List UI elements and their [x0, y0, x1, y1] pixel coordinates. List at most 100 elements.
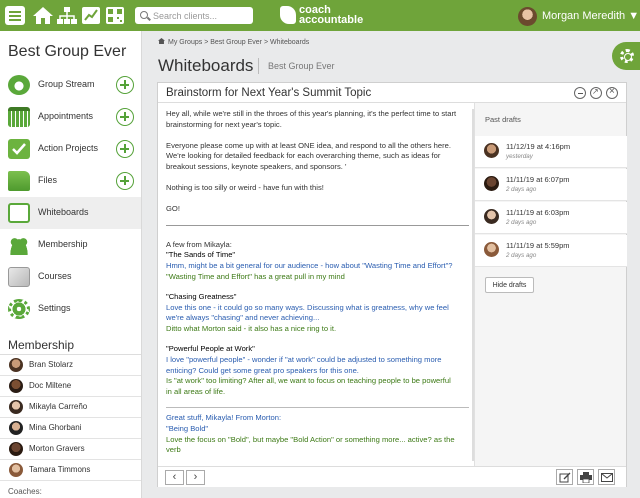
sidebar-item-label: Action Projects	[38, 143, 99, 153]
draft-date: 11/11/19 at 6:03pm	[506, 208, 570, 217]
sidebar-item-label: Courses	[38, 271, 72, 281]
sidebar-nav: Group Stream Appointments Action Project…	[0, 69, 141, 325]
sidebar-item-label: Group Stream	[38, 79, 95, 89]
idea-block: Great stuff, Mikayla! From Morton: "Bein…	[166, 413, 471, 456]
member-name: Tamara Timmons	[29, 465, 91, 474]
search-input[interactable]	[153, 7, 249, 24]
draft-item[interactable]: 11/11/19 at 5:59pm 2 days ago	[475, 235, 627, 267]
menu-icon[interactable]	[5, 6, 25, 25]
member-item[interactable]: Tamara Timmons	[0, 460, 141, 481]
breadcrumb-group[interactable]: Best Group Ever	[210, 39, 262, 46]
member-item[interactable]: Mina Ghorbani	[0, 418, 141, 439]
page-title: Whiteboards	[158, 56, 254, 75]
hide-drafts-button[interactable]: Hide drafts	[485, 277, 534, 293]
chart-icon[interactable]	[80, 5, 102, 26]
idea-block: "Chasing Greatness" Love this one - it c…	[166, 292, 471, 335]
gear-icon	[620, 49, 634, 63]
coaches-label: Coaches:	[8, 487, 42, 496]
draft-item[interactable]: 11/11/19 at 6:07pm 2 days ago	[475, 169, 627, 201]
sidebar-item-group-stream[interactable]: Group Stream	[0, 69, 141, 101]
avatar	[9, 442, 23, 456]
idea-line: "Chasing Greatness"	[166, 291, 237, 301]
divider	[166, 406, 469, 408]
search-icon	[140, 11, 148, 19]
idea-line: we're always "chasing" and never achievi…	[166, 313, 320, 323]
drafts-title: Past drafts	[485, 115, 521, 124]
user-menu[interactable]: Morgan Meredith ▼	[518, 5, 639, 27]
idea-line: "Wasting Time and Effort" has a great pu…	[166, 271, 345, 281]
member-item[interactable]: Doc Miltene	[0, 376, 141, 397]
idea-line: Hmm, might be a bit general for our audi…	[166, 261, 453, 271]
intro-paragraph: Hey all, while we're still in the throes…	[166, 109, 457, 129]
draft-age: 2 days ago	[506, 219, 537, 226]
print-icon[interactable]	[577, 469, 594, 485]
member-list: Bran Stolarz Doc Miltene Mikayla Carreño…	[0, 354, 141, 481]
next-button[interactable]: ›	[186, 470, 205, 485]
draft-age: 2 days ago	[506, 186, 537, 193]
email-icon[interactable]	[598, 469, 615, 485]
draft-date: 11/11/19 at 5:59pm	[506, 241, 570, 250]
sidebar-item-files[interactable]: Files	[0, 165, 141, 197]
user-name[interactable]: Morgan Meredith ▼	[542, 10, 639, 22]
folder-icon	[8, 171, 30, 191]
add-appointment-button[interactable]	[116, 108, 134, 126]
draft-age: 2 days ago	[506, 252, 537, 259]
whiteboard-title: Brainstorm for Next Year's Summit Topic	[166, 87, 372, 99]
idea-block: "Powerful People at Work" I love "powerf…	[166, 344, 471, 398]
sidebar-item-courses[interactable]: Courses	[0, 261, 141, 293]
whiteboard-content[interactable]: Hey all, while we're still in the throes…	[166, 109, 471, 461]
panel-header: Brainstorm for Next Year's Summit Topic	[158, 83, 626, 103]
logo-icon	[280, 6, 296, 24]
member-item[interactable]: Bran Stolarz	[0, 355, 141, 376]
avatar	[484, 143, 499, 158]
add-group-stream-button[interactable]	[116, 76, 134, 94]
group-title: Best Group Ever	[8, 43, 127, 60]
sidebar-item-label: Whiteboards	[38, 207, 89, 217]
minimize-button[interactable]	[574, 87, 586, 99]
top-bar: coach accountable Morgan Meredith ▼	[0, 0, 640, 31]
idea-block: "The Sands of Time" Hmm, might be a bit …	[166, 250, 471, 282]
sidebar-item-label: Membership	[38, 239, 88, 249]
expand-button[interactable]	[590, 87, 602, 99]
avatar	[9, 400, 23, 414]
intro-paragraph: Everyone please come up with at least ON…	[166, 140, 451, 172]
close-button[interactable]	[606, 86, 618, 99]
draft-age: yesterday	[506, 153, 533, 160]
calendar-icon	[8, 107, 30, 127]
draft-item[interactable]: 11/11/19 at 6:03pm 2 days ago	[475, 202, 627, 234]
title-divider	[258, 58, 259, 74]
search-box[interactable]	[135, 7, 253, 24]
sidebar-item-action-projects[interactable]: Action Projects	[0, 133, 141, 165]
home-icon[interactable]	[32, 5, 54, 26]
settings-button[interactable]	[612, 42, 640, 70]
breadcrumb-my-groups[interactable]: My Groups	[168, 39, 202, 46]
add-action-project-button[interactable]	[116, 140, 134, 158]
edit-icon[interactable]	[556, 469, 573, 485]
previous-button[interactable]: ‹	[165, 470, 184, 485]
org-chart-icon[interactable]	[56, 5, 78, 26]
sidebar-item-membership[interactable]: Membership	[0, 229, 141, 261]
breadcrumb-current: Whiteboards	[269, 39, 310, 46]
draft-item[interactable]: 11/12/19 at 4:16pm yesterday	[475, 136, 627, 168]
avatar	[9, 379, 23, 393]
idea-line: "Powerful People at Work"	[166, 343, 255, 353]
mikayla-intro: A few from Mikayla:	[166, 239, 232, 249]
qr-icon[interactable]	[104, 5, 126, 26]
user-avatar	[518, 6, 537, 26]
member-item[interactable]: Morton Gravers	[0, 439, 141, 460]
member-name: Morton Gravers	[29, 444, 85, 453]
sidebar-item-whiteboards[interactable]: Whiteboards	[0, 197, 141, 229]
idea-line: Ditto what Morton said - it also has a n…	[166, 324, 337, 334]
group-stream-icon	[8, 75, 30, 95]
avatar	[9, 358, 23, 372]
member-name: Bran Stolarz	[29, 360, 74, 369]
sidebar-item-appointments[interactable]: Appointments	[0, 101, 141, 133]
idea-line: Love this one - it could go so many ways…	[166, 302, 449, 312]
add-file-button[interactable]	[116, 172, 134, 190]
home-icon	[158, 38, 165, 44]
drafts-panel: Past drafts 11/12/19 at 4:16pm yesterday…	[474, 103, 627, 466]
member-item[interactable]: Mikayla Carreño	[0, 397, 141, 418]
sidebar-item-label: Files	[38, 175, 58, 185]
sidebar-item-settings[interactable]: Settings	[0, 293, 141, 325]
avatar	[9, 463, 23, 477]
